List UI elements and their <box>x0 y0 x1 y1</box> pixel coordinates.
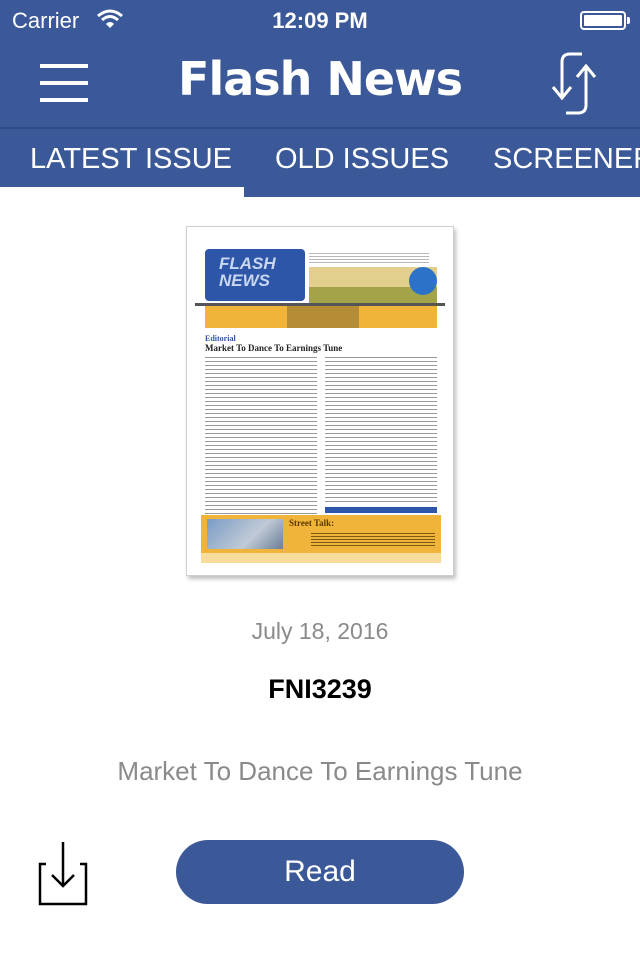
issue-cover-thumbnail[interactable]: FLASH NEWS Editorial Market To Dance To … <box>186 226 454 576</box>
street-talk-label: Street Talk: <box>289 518 335 528</box>
read-button[interactable]: Read <box>176 840 464 904</box>
battery-tip <box>627 17 630 24</box>
battery-full-icon <box>580 11 626 30</box>
sync-arrows-icon[interactable] <box>540 50 610 118</box>
cover-section-label: Editorial <box>205 334 236 343</box>
cover-image <box>207 519 283 549</box>
cover-highlight <box>325 507 437 513</box>
navigation-bar: Flash News <box>0 40 640 128</box>
tab-bar: LATEST ISSUE OLD ISSUES SCREENER <box>0 129 640 197</box>
cover-summary-band <box>205 306 437 328</box>
street-talk-text <box>311 531 435 547</box>
cover-column-text <box>205 355 317 523</box>
clock: 12:09 PM <box>272 8 368 33</box>
download-icon[interactable] <box>36 840 90 908</box>
cover-column-text <box>325 355 437 505</box>
tab-screener[interactable]: SCREENER <box>493 143 640 176</box>
cover-street-talk: Street Talk: <box>201 515 441 553</box>
tab-indicator-background <box>244 187 640 197</box>
cover-headline: Market To Dance To Earnings Tune <box>205 343 343 353</box>
tab-latest-issue[interactable]: LATEST ISSUE <box>30 143 232 176</box>
status-bar: Carrier 12:09 PM <box>0 0 640 40</box>
issue-date: July 18, 2016 <box>251 618 389 644</box>
tab-old-issues[interactable]: OLD ISSUES <box>275 143 449 176</box>
cover-badge <box>409 267 437 295</box>
cover-header-text <box>309 251 429 265</box>
cover-footer <box>201 553 441 563</box>
issue-code: FNI3239 <box>268 674 372 704</box>
cover-masthead: FLASH NEWS <box>205 249 305 301</box>
issue-headline: Market To Dance To Earnings Tune <box>117 756 523 786</box>
